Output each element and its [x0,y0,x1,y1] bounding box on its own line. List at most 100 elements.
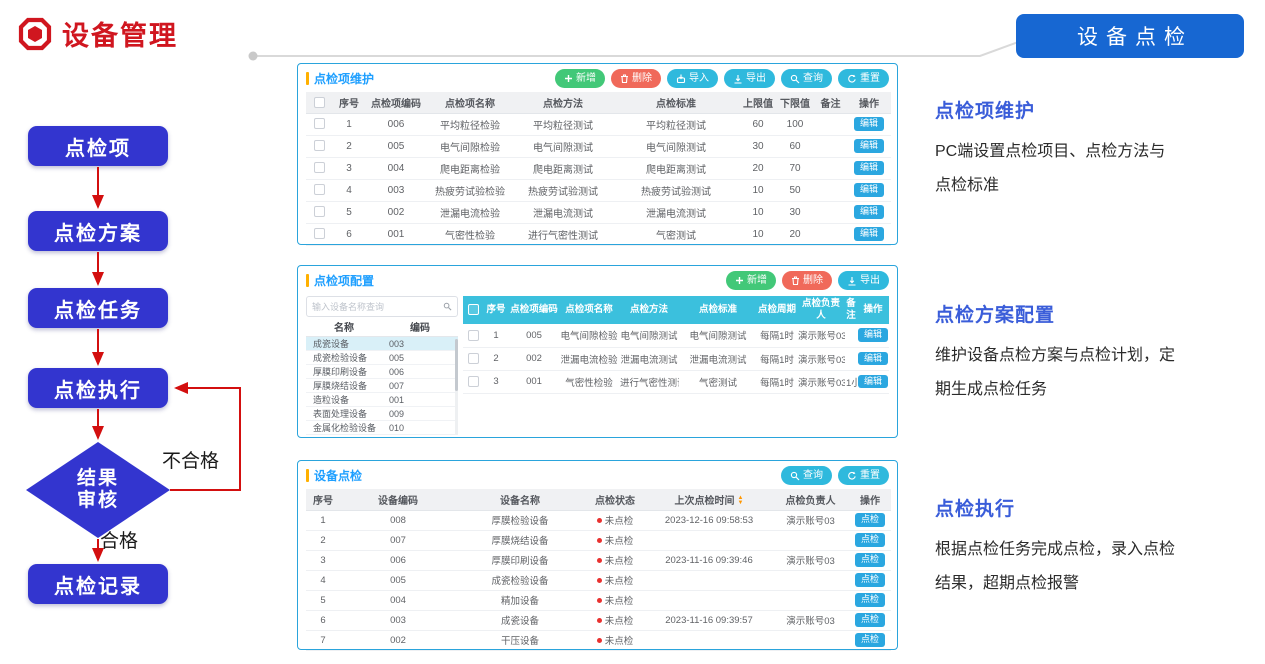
edit-button[interactable]: 编辑 [854,183,884,197]
status-cell: 未点检 [584,630,646,650]
checkbox[interactable] [314,206,325,217]
sort-icon[interactable]: ▲▼ [738,496,744,506]
checkbox-cell [463,324,483,347]
inspect-button[interactable]: 点检 [855,573,885,587]
edit-button[interactable]: 编辑 [854,205,884,219]
status-cell: 未点检 [584,550,646,570]
delete-button[interactable]: 删除 [611,69,661,88]
checkbox[interactable] [314,228,325,239]
status-badge: 未点检 [605,636,634,647]
table-cell: 006 [366,113,426,135]
table-cell: 气密测试 [612,223,740,245]
inspect-button[interactable]: 点检 [855,613,885,627]
checkbox[interactable] [314,162,325,173]
table-cell: 泄漏电流测试 [514,201,612,223]
inspect-button[interactable]: 点检 [855,533,885,547]
checkbox-cell [306,157,332,179]
table-cell: 电气间隙测试 [612,135,740,157]
slide: 设备管理 设备点检 点检项 点检方案 点检任务 点检执行 结果 审核 点检记录 … [0,0,1265,664]
reset-button-label: 重置 [860,471,880,481]
inspect-button[interactable]: 点检 [855,633,885,647]
status-dot-icon [597,538,602,543]
device-list-item[interactable]: 厚膜烧结设备007 [306,379,458,393]
checkbox-cell [463,370,483,393]
checkbox[interactable] [468,304,479,315]
action-cell: 编辑 [847,135,891,157]
add-button[interactable]: 新增 [555,69,605,88]
export-button[interactable]: 导出 [724,69,775,88]
inspect-button[interactable]: 点检 [855,593,885,607]
device-list-item[interactable]: 金属化检验设备010 [306,421,458,435]
scrollbar-thumb[interactable] [455,339,458,391]
table-cell: 50 [776,179,814,201]
column-header: 备注 [814,92,847,113]
checkbox[interactable] [314,140,325,151]
edit-button[interactable]: 编辑 [854,139,884,153]
device-search-box [306,296,458,317]
column-header: 点检项编码 [509,296,559,324]
device-list-item[interactable]: 表面处理设备009 [306,407,458,421]
device-list-item[interactable]: 厚膜印刷设备006 [306,365,458,379]
column-header: 点检标准 [679,296,757,324]
table-cell: 1 [306,510,340,530]
plus-icon [735,276,744,285]
device-code: 007 [382,381,458,391]
annotation-plan-config: 点检方案配置 维护设备点检方案与点检计划，定期生成点检任务 [935,300,1255,406]
panel1-title: 点检项维护 [314,70,374,87]
brand-logo-icon [18,17,52,51]
device-list-item[interactable]: 成瓷设备003 [306,337,458,351]
edit-button[interactable]: 编辑 [854,227,884,241]
export-button[interactable]: 导出 [838,271,889,290]
checkbox[interactable] [468,376,479,387]
table-cell [814,135,847,157]
add-button-label: 新增 [747,276,767,286]
edit-button[interactable]: 编辑 [854,161,884,175]
edit-button[interactable]: 编辑 [858,352,888,366]
device-code-column: 编码 [382,319,458,334]
table-cell: 2 [332,135,366,157]
flow-node-inspection-task: 点检任务 [28,288,168,328]
edit-button[interactable]: 编辑 [858,328,888,342]
accent-bar [306,469,309,482]
reset-button[interactable]: 重置 [838,466,889,485]
edit-button[interactable]: 编辑 [858,375,888,389]
action-cell: 点检 [849,630,891,650]
import-button[interactable]: 导入 [667,69,718,88]
edit-button[interactable]: 编辑 [854,117,884,131]
table-cell: 每隔1时 [757,347,797,370]
checkbox[interactable] [468,330,479,341]
reset-button-label: 重置 [860,74,880,84]
device-list-item[interactable]: 造粒设备001 [306,393,458,407]
query-button[interactable]: 查询 [781,69,832,88]
table-cell: 1 [332,113,366,135]
table-cell: 泄漏电流测试 [679,347,757,370]
table-cell: 泄漏电流检验 [559,347,619,370]
checkbox[interactable] [468,353,479,364]
add-button[interactable]: 新增 [726,271,776,290]
module-button[interactable]: 设备点检 [1016,14,1244,58]
inspect-button[interactable]: 点检 [855,513,885,527]
export-icon [847,276,857,286]
sort-desc-icon: ▼ [738,501,744,506]
query-button[interactable]: 查询 [781,466,832,485]
column-header: 点检状态 [584,489,646,510]
device-list-item[interactable]: 成瓷检验设备005 [306,351,458,365]
checkbox[interactable] [314,97,325,108]
table-cell: 厚膜烧结设备 [456,530,584,550]
checkbox[interactable] [314,184,325,195]
device-search-input[interactable] [312,302,440,312]
table-cell: 2 [306,530,340,550]
action-cell: 点检 [849,510,891,530]
checkbox[interactable] [314,118,325,129]
inspect-button[interactable]: 点检 [855,553,885,567]
table-cell: 1小时 [845,370,857,393]
action-cell: 编辑 [847,201,891,223]
delete-button[interactable]: 删除 [782,271,832,290]
table-cell: 2023-12-16 09:58:53 [646,510,772,530]
action-cell: 编辑 [847,113,891,135]
scrollbar[interactable] [455,339,458,435]
search-icon [790,74,800,84]
reset-button[interactable]: 重置 [838,69,889,88]
table-cell: 001 [509,370,559,393]
delete-button-label: 删除 [803,276,823,286]
